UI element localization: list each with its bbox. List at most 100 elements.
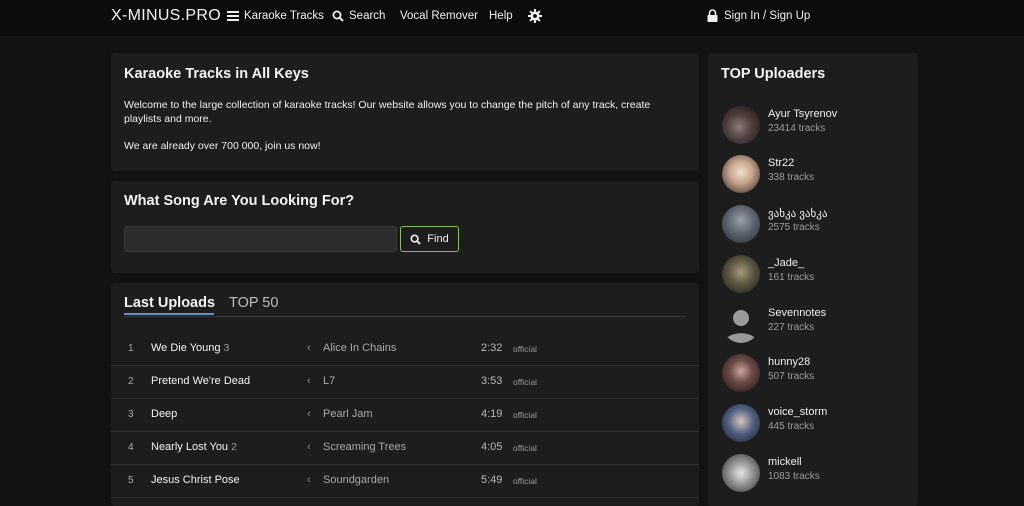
track-title-text: Deep bbox=[151, 408, 178, 420]
uploader-track-count: 2575 tracks bbox=[768, 222, 820, 233]
avatar[interactable] bbox=[722, 305, 760, 343]
chevron-left-icon: ‹ bbox=[307, 408, 311, 420]
intro-text-line2: playlists and more. bbox=[124, 113, 212, 125]
uploader-track-count: 227 tracks bbox=[768, 322, 815, 333]
track-duration: 3:53 bbox=[481, 375, 503, 387]
track-tag: official bbox=[513, 443, 537, 453]
track-title[interactable]: Jesus Christ Pose bbox=[151, 474, 243, 486]
track-keys-count: 3 bbox=[223, 342, 230, 354]
track-duration: 2:32 bbox=[481, 342, 503, 354]
track-artist[interactable]: Alice In Chains bbox=[323, 342, 396, 354]
track-title[interactable]: We Die Young 3 bbox=[151, 342, 229, 354]
menu-icon bbox=[227, 11, 239, 21]
chevron-left-icon: ‹ bbox=[307, 474, 311, 486]
track-artist[interactable]: Screaming Trees bbox=[323, 441, 406, 453]
nav-karaoke-label: Karaoke Tracks bbox=[244, 10, 324, 22]
track-row[interactable]: 1 We Die Young 3 ‹ Alice In Chains 2:32 o… bbox=[111, 333, 699, 366]
track-title-text: We Die Young bbox=[151, 342, 221, 354]
uploader-name[interactable]: ვახკა ვახკა bbox=[768, 207, 827, 220]
nav-vocal-label: Vocal Remover bbox=[400, 10, 478, 22]
track-row[interactable]: 5 Jesus Christ Pose ‹ Soundgarden 5:49 o… bbox=[111, 465, 699, 498]
nav-vocal-remover[interactable]: Vocal Remover bbox=[400, 10, 478, 22]
uploader-name[interactable]: Sevennotes bbox=[768, 307, 826, 319]
nav-karaoke-tracks[interactable]: Karaoke Tracks bbox=[227, 10, 324, 22]
lock-icon bbox=[707, 9, 718, 22]
uploader-item[interactable]: _Jade_ 161 tracks bbox=[722, 255, 912, 295]
avatar[interactable] bbox=[722, 205, 760, 243]
track-duration: 4:19 bbox=[481, 408, 503, 420]
track-tag: official bbox=[513, 344, 537, 354]
avatar[interactable] bbox=[722, 155, 760, 193]
site-logo[interactable]: X-MINUS.PRO bbox=[111, 7, 221, 25]
uploader-track-count: 507 tracks bbox=[768, 371, 815, 382]
search-title: What Song Are You Looking For? bbox=[124, 193, 355, 209]
active-tab-indicator bbox=[124, 313, 214, 315]
track-row[interactable]: 4 Nearly Lost You 2 ‹ Screaming Trees 4:0… bbox=[111, 432, 699, 465]
uploader-name[interactable]: mickell bbox=[768, 456, 802, 468]
track-number: 1 bbox=[128, 343, 134, 354]
intro-title: Karaoke Tracks in All Keys bbox=[124, 66, 309, 82]
uploader-item[interactable]: Sevennotes 227 tracks bbox=[722, 305, 912, 345]
chevron-left-icon: ‹ bbox=[307, 441, 311, 453]
nav-help[interactable]: Help bbox=[489, 10, 513, 22]
chevron-left-icon: ‹ bbox=[307, 375, 311, 387]
settings-button[interactable] bbox=[528, 9, 542, 23]
uploader-item[interactable]: voice_storm 445 tracks bbox=[722, 404, 912, 444]
tab-top-50[interactable]: TOP 50 bbox=[229, 295, 278, 311]
uploader-item[interactable]: Str22 338 tracks bbox=[722, 155, 912, 195]
nav-search[interactable]: Search bbox=[332, 10, 385, 22]
uploader-track-count: 1083 tracks bbox=[768, 471, 820, 482]
chevron-left-icon: ‹ bbox=[307, 342, 311, 354]
gear-icon bbox=[528, 9, 542, 23]
track-title-text: Jesus Christ Pose bbox=[151, 474, 240, 486]
uploader-item[interactable]: ვახკა ვახკა 2575 tracks bbox=[722, 205, 912, 245]
uploader-name[interactable]: _Jade_ bbox=[768, 257, 804, 269]
uploader-name[interactable]: Str22 bbox=[768, 157, 794, 169]
uploader-item[interactable]: Ayur Tsyrenov 23414 tracks bbox=[722, 106, 912, 146]
track-tag: official bbox=[513, 410, 537, 420]
uploader-item[interactable]: mickell 1083 tracks bbox=[722, 454, 912, 494]
track-keys-count: 2 bbox=[231, 441, 237, 453]
avatar[interactable] bbox=[722, 454, 760, 492]
track-artist[interactable]: L7 bbox=[323, 375, 335, 387]
intro-text-line1: Welcome to the large collection of karao… bbox=[124, 99, 651, 111]
track-number: 5 bbox=[128, 475, 134, 486]
uploader-name[interactable]: hunny28 bbox=[768, 356, 810, 368]
track-tag: official bbox=[513, 476, 537, 486]
avatar[interactable] bbox=[722, 404, 760, 442]
track-artist[interactable]: Pearl Jam bbox=[323, 408, 373, 420]
song-search-input[interactable] bbox=[124, 226, 397, 252]
track-title[interactable]: Deep bbox=[151, 408, 180, 420]
track-title[interactable]: Nearly Lost You 2 bbox=[151, 441, 237, 453]
sign-in-link[interactable]: Sign In / Sign Up bbox=[707, 9, 810, 22]
track-number: 4 bbox=[128, 442, 134, 453]
top-navbar: X-MINUS.PRO Karaoke Tracks Search Vocal … bbox=[0, 0, 1024, 36]
uploader-track-count: 23414 tracks bbox=[768, 123, 826, 134]
uploader-name[interactable]: voice_storm bbox=[768, 406, 827, 418]
uploader-name[interactable]: Ayur Tsyrenov bbox=[768, 108, 837, 120]
track-title-text: Nearly Lost You bbox=[151, 441, 229, 453]
track-row[interactable]: 2 Pretend We're Dead ‹ L7 3:53 official bbox=[111, 366, 699, 399]
uploader-track-count: 161 tracks bbox=[768, 272, 815, 283]
track-tag: official bbox=[513, 377, 537, 387]
avatar[interactable] bbox=[722, 255, 760, 293]
track-artist[interactable]: Soundgarden bbox=[323, 474, 389, 486]
tab-last-uploads[interactable]: Last Uploads bbox=[124, 295, 215, 311]
track-row[interactable]: 3 Deep ‹ Pearl Jam 4:19 official bbox=[111, 399, 699, 432]
track-title[interactable]: Pretend We're Dead bbox=[151, 375, 253, 387]
track-title-text: Pretend We're Dead bbox=[151, 375, 251, 387]
search-icon bbox=[332, 10, 344, 22]
tabs-divider bbox=[124, 316, 685, 317]
uploader-item[interactable]: hunny28 507 tracks bbox=[722, 354, 912, 394]
uploader-track-count: 338 tracks bbox=[768, 172, 815, 183]
avatar[interactable] bbox=[722, 354, 760, 392]
find-button[interactable]: Find bbox=[400, 226, 459, 252]
avatar[interactable] bbox=[722, 106, 760, 144]
nav-search-label: Search bbox=[349, 10, 386, 22]
track-number: 2 bbox=[128, 376, 134, 387]
sign-in-label: Sign In / Sign Up bbox=[724, 9, 811, 22]
uploader-track-count: 445 tracks bbox=[768, 421, 815, 432]
track-duration: 4:05 bbox=[481, 441, 503, 453]
intro-text-line3: We are already over 700 000, join us now… bbox=[124, 140, 321, 152]
uploaders-title: TOP Uploaders bbox=[721, 66, 826, 82]
